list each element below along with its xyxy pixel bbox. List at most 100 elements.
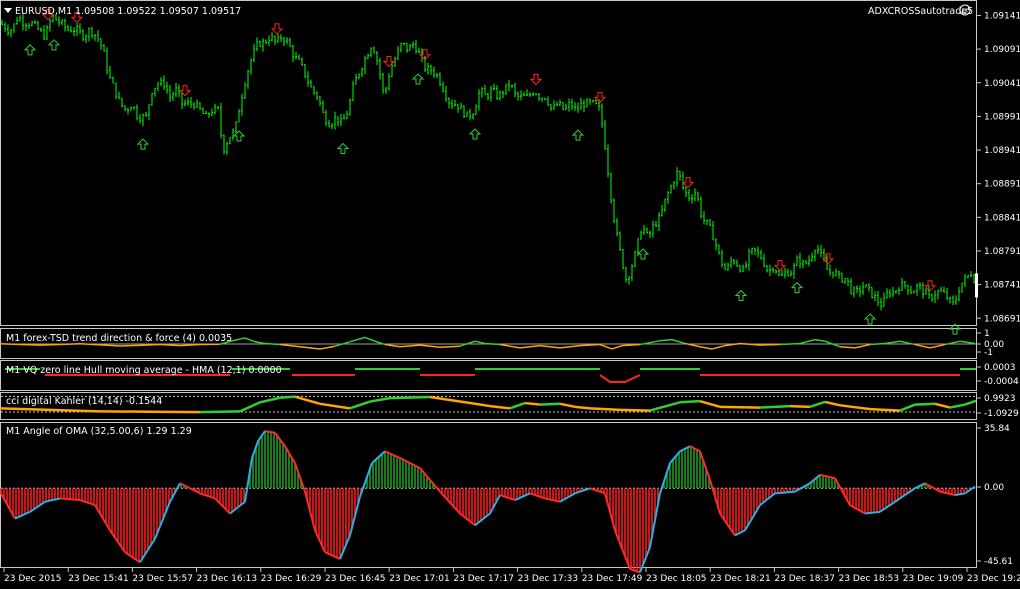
price-bar	[502, 90, 504, 99]
price-bar	[925, 287, 927, 295]
price-bar	[820, 245, 822, 258]
price-bar	[118, 91, 120, 100]
expert-label[interactable]: ADXCROSSautotrade5	[868, 6, 973, 17]
price-bar	[679, 170, 681, 181]
price-bar	[43, 25, 45, 41]
price-bar	[760, 249, 762, 260]
y-tick-label: 1.09041	[984, 79, 1020, 89]
price-bar	[610, 172, 612, 204]
x-tick-label: 23 Dec 18:53	[839, 574, 900, 584]
price-bar	[649, 230, 651, 238]
y-tick: 1.08941	[977, 146, 1020, 156]
x-tick: 23 Dec 16:13	[196, 568, 258, 584]
y-tick: 0.0003	[977, 363, 1016, 373]
x-tick-label: 23 Dec 18:05	[646, 574, 707, 584]
y-tick: 0.00	[977, 483, 1004, 493]
price-bar	[805, 260, 807, 265]
price-bar	[790, 270, 792, 277]
cci-segment	[759, 404, 791, 409]
price-bar	[934, 290, 936, 304]
price-bar	[217, 106, 219, 110]
price-bar	[406, 42, 408, 53]
y-tick-label: 35.84	[984, 424, 1010, 434]
y-tick-label: 1.08741	[984, 281, 1020, 291]
price-bar	[334, 111, 336, 130]
price-bar	[367, 53, 369, 59]
price-bar	[571, 98, 573, 111]
y-tick-label: -1	[984, 348, 993, 358]
price-bar	[628, 276, 630, 285]
price-bar	[232, 128, 234, 141]
price-bar	[658, 212, 660, 231]
price-bar	[520, 90, 522, 101]
price-bar	[619, 231, 621, 252]
cci-segment	[619, 408, 651, 412]
price-bar	[862, 281, 864, 295]
tsd-segment	[559, 344, 581, 349]
price-bar	[490, 86, 492, 102]
price-bar	[163, 75, 165, 91]
price-bar	[685, 186, 687, 198]
price-bar	[493, 83, 495, 91]
price-bar	[94, 34, 96, 41]
price-bar	[346, 110, 348, 120]
price-bar	[856, 285, 858, 294]
price-bar	[601, 103, 603, 128]
price-bar	[799, 252, 801, 269]
y-tick-label: 1.08691	[984, 314, 1020, 324]
x-tick-label: 23 Dec 16:13	[197, 574, 258, 584]
price-bar	[316, 91, 318, 101]
price-bar	[292, 44, 294, 63]
signal-arrows-layer	[23, 9, 962, 335]
price-bar	[478, 89, 480, 111]
price-bar	[853, 286, 855, 298]
price-bar	[907, 285, 909, 296]
price-bar	[640, 230, 642, 240]
price-bar	[625, 266, 627, 283]
price-bar	[829, 264, 831, 276]
price-bar	[85, 34, 87, 44]
tsd-segment	[599, 343, 613, 350]
y-tick: 35.84	[977, 424, 1010, 434]
price-bar	[70, 25, 72, 33]
cci-segment	[319, 402, 351, 410]
price-bar	[622, 248, 624, 270]
price-bar	[796, 255, 798, 266]
price-bar	[748, 248, 750, 271]
price-bar	[235, 121, 237, 133]
menu-dropdown-icon[interactable]	[4, 8, 12, 13]
price-bar	[517, 91, 519, 101]
price-bar	[190, 96, 192, 108]
price-bar	[583, 99, 585, 113]
x-tick-label: 23 Dec 16:29	[261, 574, 322, 584]
price-bar	[409, 43, 411, 51]
price-bar	[67, 24, 69, 32]
price-bar	[544, 97, 546, 101]
price-bar	[133, 106, 135, 110]
price-bar	[13, 23, 15, 33]
price-bar	[442, 81, 444, 93]
price-bar	[655, 220, 657, 228]
price-bar	[274, 35, 276, 46]
price-bar	[505, 83, 507, 95]
price-bar	[556, 101, 558, 107]
price-bar	[775, 269, 777, 275]
x-tick-label: 23 Dec 15:57	[132, 574, 193, 584]
price-bar	[385, 86, 387, 95]
price-bar	[253, 43, 255, 62]
price-bar	[445, 85, 447, 102]
x-tick: 23 Dec 2015	[3, 568, 62, 584]
cci-segment	[349, 400, 371, 410]
price-bar	[541, 97, 543, 103]
price-bar	[262, 38, 264, 52]
cci-segment	[809, 400, 826, 409]
price-bar	[205, 110, 207, 114]
price-bar	[172, 91, 174, 102]
y-tick-label: -45.61	[984, 557, 1013, 567]
price-bar	[244, 82, 246, 100]
price-bar	[700, 196, 702, 219]
tsd-segment	[759, 343, 781, 346]
price-bar	[916, 283, 918, 296]
price-bar	[202, 107, 204, 114]
y-tick-label: 1.09091	[984, 45, 1020, 55]
